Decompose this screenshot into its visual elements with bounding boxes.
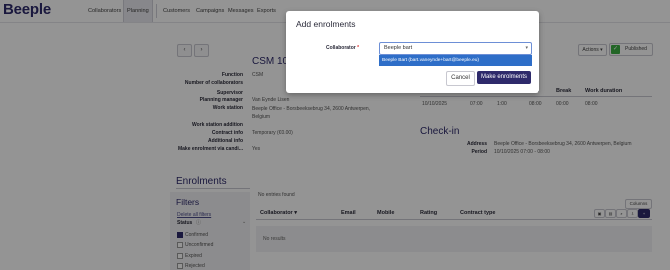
collaborator-select-value: Beeple bart [384,45,413,51]
cancel-button[interactable]: Cancel [446,71,475,86]
collaborator-label: Collaborator * [326,45,360,51]
collaborator-select[interactable]: Beeple bart ▾ [379,42,532,55]
add-enrolments-modal: Add enrolments Collaborator * Beeple bar… [286,11,539,93]
make-enrolments-button[interactable]: Make enrolments [477,71,531,84]
caret-down-icon: ▾ [525,45,528,51]
collaborator-option-label: Beeple Bart (bart.vaneynde+bart@beeple.e… [382,57,480,63]
modal-title: Add enrolments [296,19,356,29]
collaborator-option[interactable]: Beeple Bart (bart.vaneynde+bart@beeple.e… [379,55,532,66]
